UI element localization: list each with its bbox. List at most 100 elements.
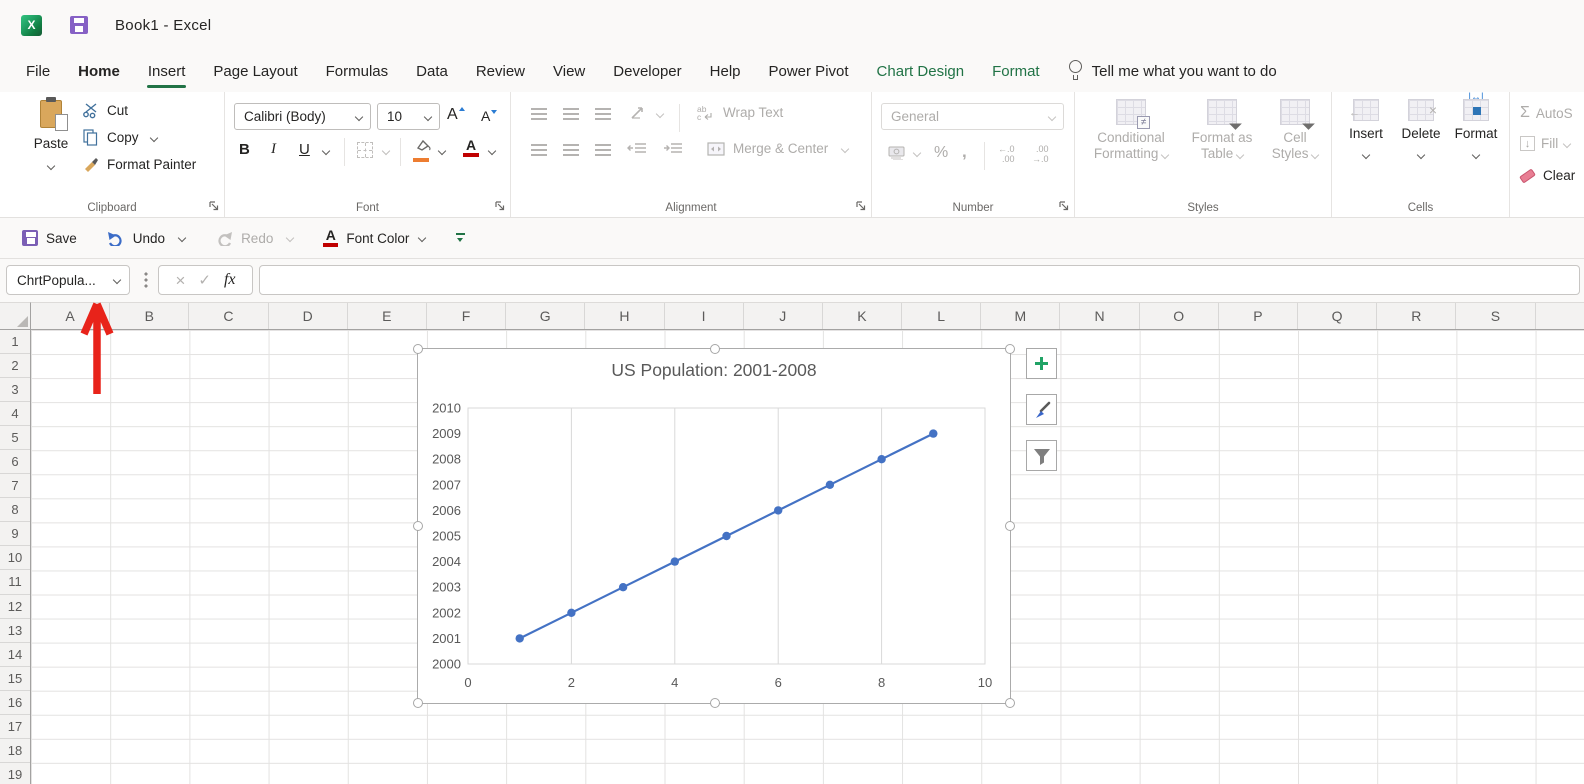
column-header-O[interactable]: O xyxy=(1140,303,1219,329)
merge-center-button[interactable]: Merge & Center xyxy=(707,141,848,156)
autosave-save-icon[interactable] xyxy=(70,16,88,34)
autosum-button[interactable]: Σ AutoS xyxy=(1520,104,1573,122)
column-header-C[interactable]: C xyxy=(189,303,268,329)
accounting-format-icon[interactable] xyxy=(888,145,908,160)
chart-handle-mid-left[interactable] xyxy=(413,521,423,531)
borders-button-icon[interactable] xyxy=(357,142,373,158)
paste-dropdown-chevron-icon[interactable] xyxy=(47,162,55,170)
chart-handle-bottom-right[interactable] xyxy=(1005,698,1015,708)
chart-handle-bottom-left[interactable] xyxy=(413,698,423,708)
column-header-N[interactable]: N xyxy=(1060,303,1139,329)
column-header-E[interactable]: E xyxy=(348,303,427,329)
number-format-chevron-icon[interactable] xyxy=(1048,112,1056,120)
tab-view[interactable]: View xyxy=(539,50,599,92)
tab-file[interactable]: File xyxy=(12,50,64,92)
excel-app-icon[interactable]: X xyxy=(21,15,42,36)
enter-icon[interactable]: ✓ xyxy=(198,271,211,289)
top-align-icon[interactable] xyxy=(531,108,547,120)
cancel-icon[interactable]: × xyxy=(175,272,185,289)
tab-review[interactable]: Review xyxy=(462,50,539,92)
format-painter-button[interactable]: Format Painter xyxy=(82,156,196,173)
chart-handle-bottom-center[interactable] xyxy=(710,698,720,708)
formula-bar-grip[interactable] xyxy=(144,271,148,289)
row-header-18[interactable]: 18 xyxy=(0,739,30,763)
name-box[interactable]: ChrtPopula... xyxy=(6,265,130,295)
copy-dropdown-chevron-icon[interactable] xyxy=(149,133,157,141)
fill-color-chevron-icon[interactable] xyxy=(438,147,446,155)
increase-indent-icon[interactable] xyxy=(663,142,683,156)
accounting-chevron-icon[interactable] xyxy=(913,149,921,157)
column-header-Q[interactable]: Q xyxy=(1298,303,1377,329)
delete-cells-chevron-icon[interactable] xyxy=(1417,151,1425,159)
clipboard-dialog-launcher-icon[interactable] xyxy=(209,201,219,211)
chart-styles-button[interactable] xyxy=(1026,394,1057,425)
decrease-indent-icon[interactable] xyxy=(627,142,647,156)
format-as-table-button[interactable]: Format as Table xyxy=(1183,92,1261,162)
tab-home[interactable]: Home xyxy=(64,50,134,92)
grow-font-button[interactable]: A xyxy=(447,106,464,124)
paste-button[interactable]: Paste xyxy=(26,100,76,174)
align-left-icon[interactable] xyxy=(531,144,547,156)
delete-cells-button[interactable]: × Delete xyxy=(1394,92,1448,163)
tab-chart-design[interactable]: Chart Design xyxy=(863,50,979,92)
merge-center-chevron-icon[interactable] xyxy=(841,144,849,152)
borders-chevron-icon[interactable] xyxy=(382,147,390,155)
row-header-10[interactable]: 10 xyxy=(0,546,30,570)
row-header-14[interactable]: 14 xyxy=(0,643,30,667)
format-cells-button[interactable]: |↔| Format xyxy=(1450,92,1502,163)
font-size-chevron-icon[interactable] xyxy=(424,112,432,120)
tab-developer[interactable]: Developer xyxy=(599,50,695,92)
fill-color-button[interactable] xyxy=(413,139,431,162)
middle-align-icon[interactable] xyxy=(563,108,579,120)
name-box-chevron-icon[interactable] xyxy=(113,276,121,284)
bottom-align-icon[interactable] xyxy=(595,108,611,120)
font-dialog-launcher-icon[interactable] xyxy=(495,201,505,211)
row-header-19[interactable]: 19 xyxy=(0,763,30,784)
qat-font-color-button[interactable]: A Font Color xyxy=(323,229,425,247)
tell-me-box[interactable]: Tell me what you want to do xyxy=(1068,60,1277,82)
insert-cells-chevron-icon[interactable] xyxy=(1362,151,1370,159)
column-header-L[interactable]: L xyxy=(902,303,981,329)
decrease-decimal-button[interactable]: .00→.0 xyxy=(1032,144,1049,164)
align-center-icon[interactable] xyxy=(563,144,579,156)
row-header-9[interactable]: 9 xyxy=(0,522,30,546)
cut-button[interactable]: Cut xyxy=(82,102,196,119)
row-header-3[interactable]: 3 xyxy=(0,378,30,402)
font-color-button[interactable]: A xyxy=(463,138,479,157)
fill-button[interactable]: ↓ Fill xyxy=(1520,136,1570,151)
tab-help[interactable]: Help xyxy=(696,50,755,92)
chart-elements-button[interactable] xyxy=(1026,348,1057,379)
column-header-G[interactable]: G xyxy=(506,303,585,329)
chart-handle-top-right[interactable] xyxy=(1005,344,1015,354)
tab-page-layout[interactable]: Page Layout xyxy=(199,50,311,92)
customize-toolbar-icon[interactable] xyxy=(455,232,467,244)
shrink-font-button[interactable]: A xyxy=(481,108,496,124)
font-color-chevron-icon[interactable] xyxy=(488,147,496,155)
row-header-6[interactable]: 6 xyxy=(0,450,30,474)
row-header-17[interactable]: 17 xyxy=(0,715,30,739)
column-header-K[interactable]: K xyxy=(823,303,902,329)
column-header-M[interactable]: M xyxy=(981,303,1060,329)
row-header-16[interactable]: 16 xyxy=(0,691,30,715)
number-dialog-launcher-icon[interactable] xyxy=(1059,201,1069,211)
font-name-chevron-icon[interactable] xyxy=(355,112,363,120)
redo-button[interactable]: Redo xyxy=(215,231,293,246)
chart-handle-top-center[interactable] xyxy=(710,344,720,354)
column-header-S[interactable]: S xyxy=(1456,303,1535,329)
number-format-combo[interactable]: General xyxy=(881,103,1064,130)
column-header-I[interactable]: I xyxy=(665,303,744,329)
chart-handle-mid-right[interactable] xyxy=(1005,521,1015,531)
chart-filters-button[interactable] xyxy=(1026,440,1057,471)
tab-insert[interactable]: Insert xyxy=(134,50,200,92)
tab-power-pivot[interactable]: Power Pivot xyxy=(755,50,863,92)
column-header-H[interactable]: H xyxy=(585,303,664,329)
font-name-combo[interactable]: Calibri (Body) xyxy=(234,103,371,130)
formula-input[interactable] xyxy=(259,265,1580,295)
row-header-15[interactable]: 15 xyxy=(0,667,30,691)
insert-cells-button[interactable]: ← Insert xyxy=(1340,92,1392,163)
tab-formulas[interactable]: Formulas xyxy=(312,50,403,92)
qat-font-color-chevron-icon[interactable] xyxy=(418,234,426,242)
row-header-1[interactable]: 1 xyxy=(0,330,30,354)
increase-decimal-button[interactable]: ←.0.00 xyxy=(998,144,1015,164)
align-right-icon[interactable] xyxy=(595,144,611,156)
